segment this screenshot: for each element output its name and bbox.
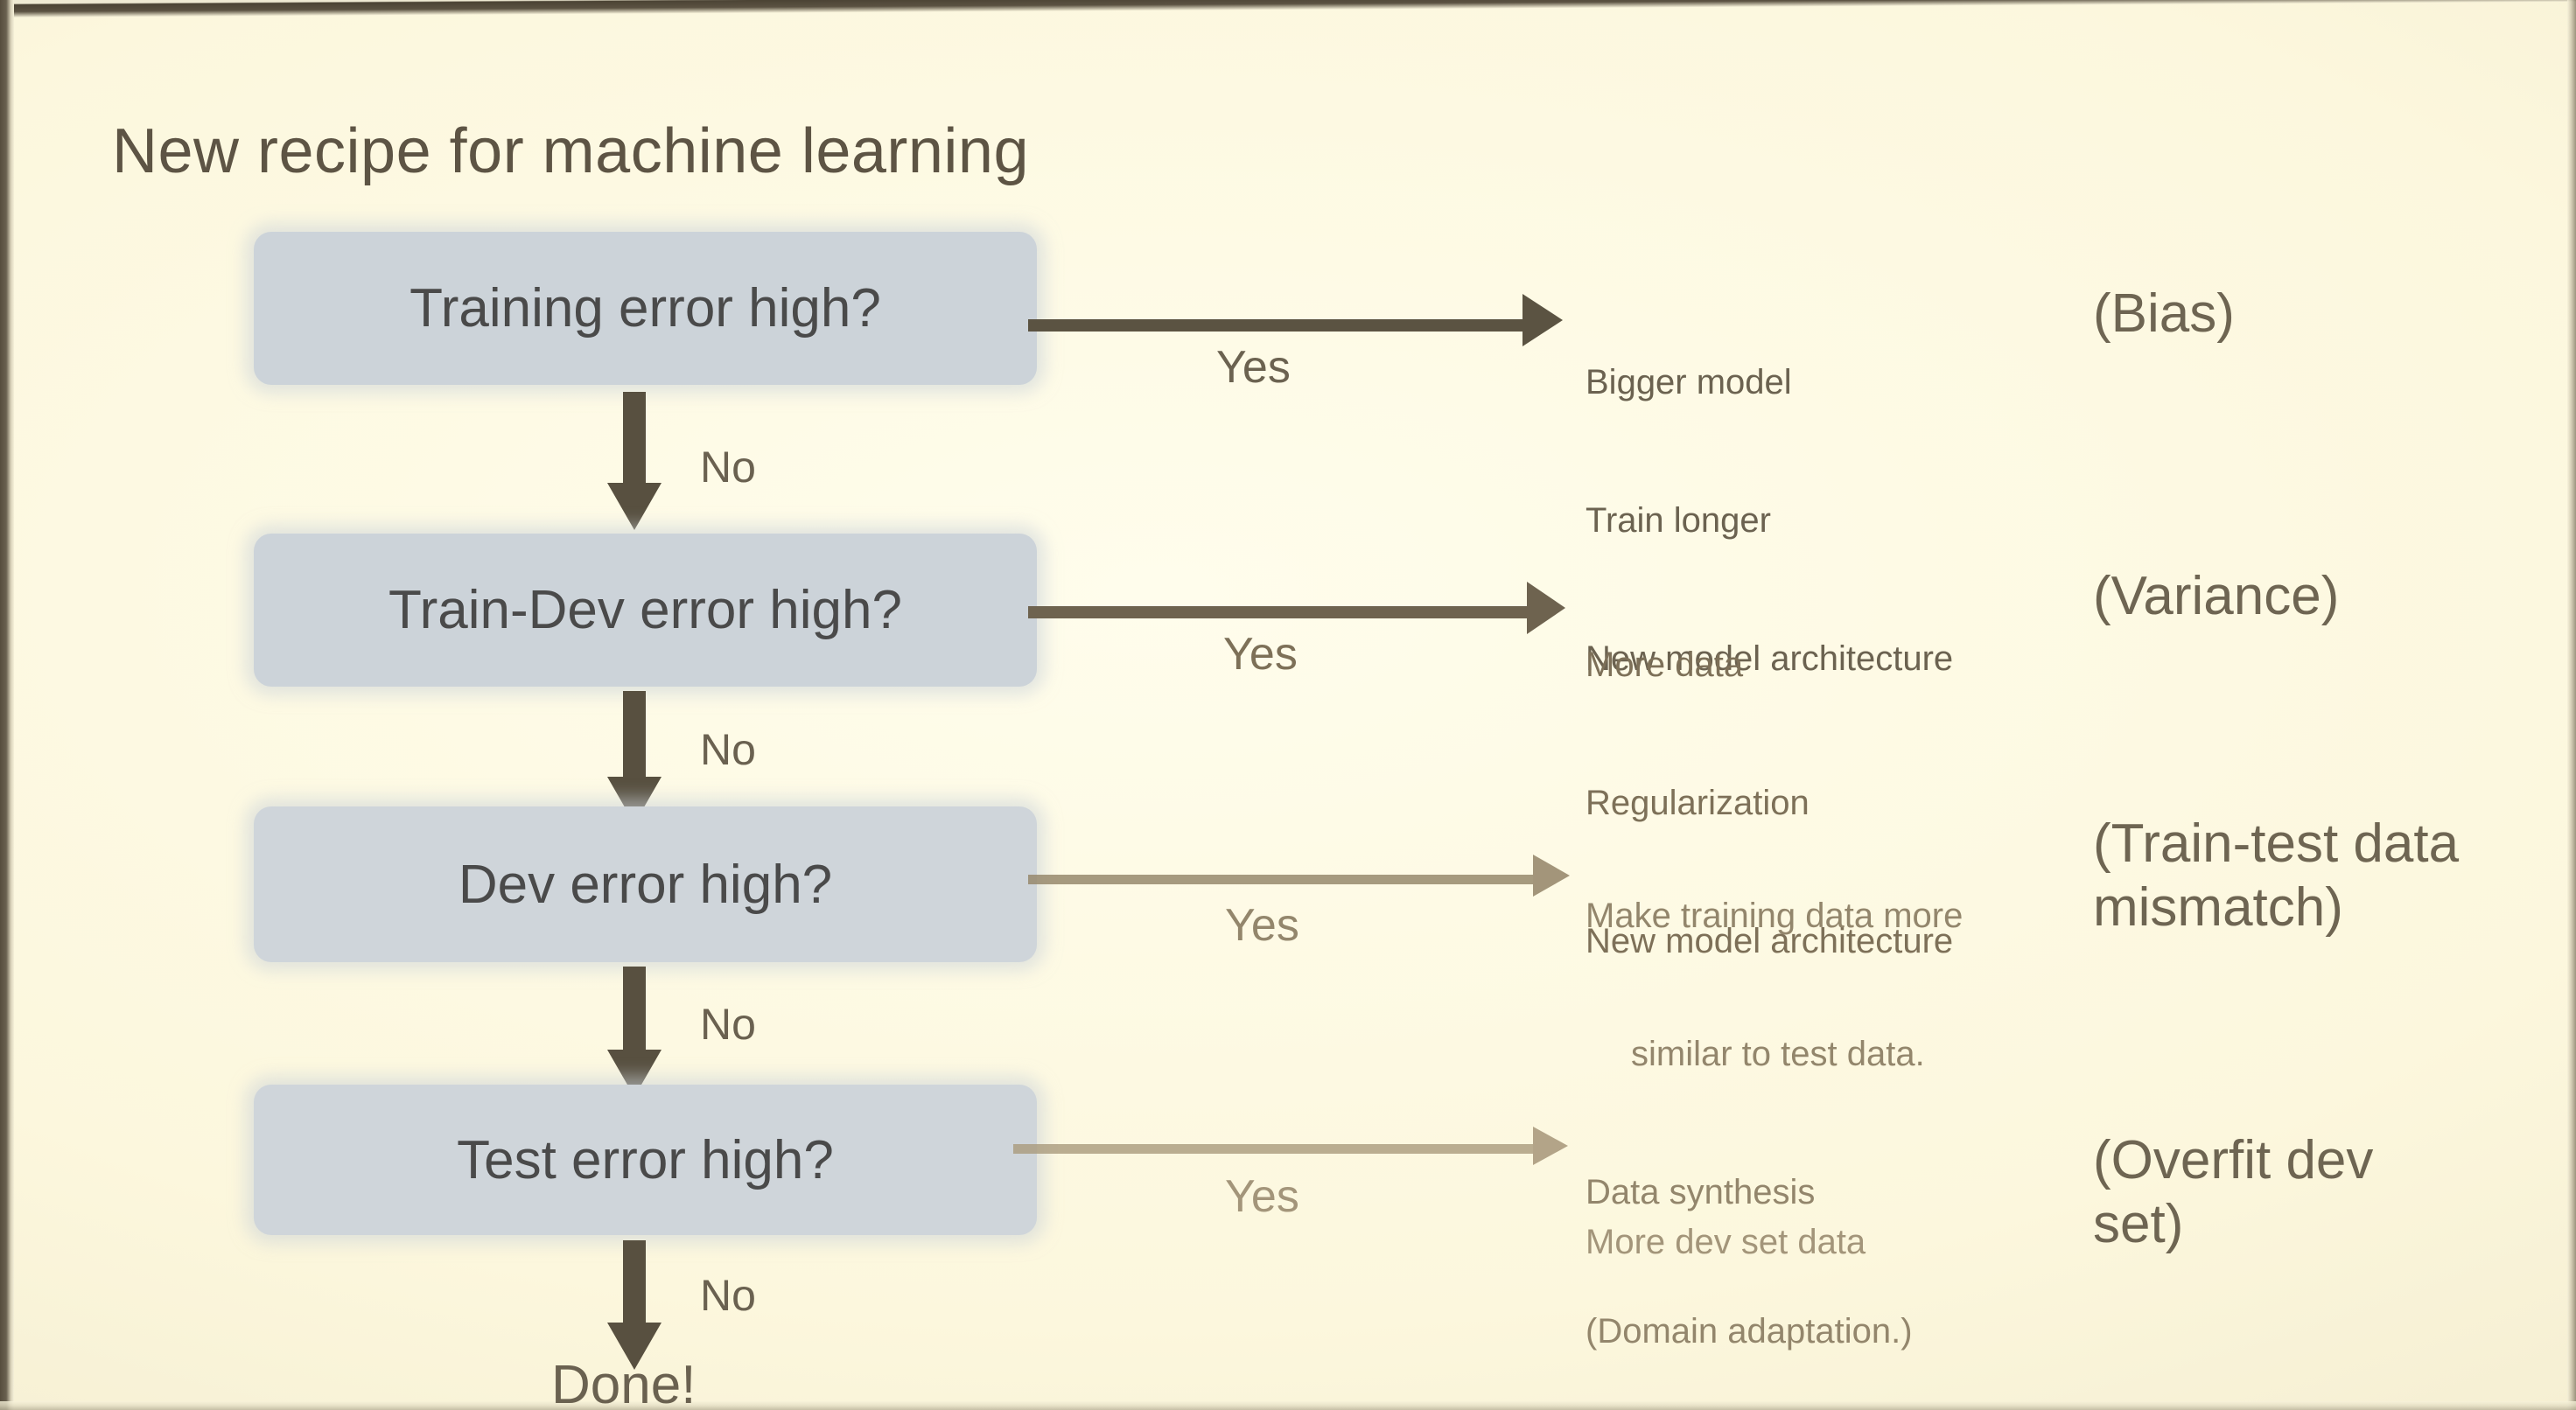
yes-arrow-head-3 [1533, 855, 1570, 897]
no-arrow-head-1 [607, 483, 662, 530]
remedy-list-overfit-dev-set: More dev set data [1586, 1127, 1866, 1358]
category-label-variance: (Variance) [2093, 564, 2339, 628]
yes-arrow-head-1 [1522, 294, 1563, 346]
category-label-overfit-dev-set: (Overfit dev set) [2093, 1128, 2373, 1256]
decision-box-test-error[interactable]: Test error high? [254, 1085, 1037, 1235]
yes-arrow-head-2 [1527, 582, 1565, 634]
yes-arrow-line-1 [1028, 319, 1536, 332]
category-line: (Variance) [2093, 566, 2340, 626]
remedy-item: More dev set data [1586, 1222, 1866, 1261]
slide-title: New recipe for machine learning [112, 116, 1030, 186]
decision-box-train-dev-error[interactable]: Train-Dev error high? [254, 534, 1037, 687]
remedy-item: Make training data more [1586, 896, 1964, 935]
photo-frame-bottom-edge [0, 1401, 2576, 1410]
yes-label-4: Yes [1225, 1171, 1299, 1222]
decision-box-label: Train-Dev error high? [388, 580, 902, 640]
yes-arrow-line-2 [1028, 606, 1540, 618]
remedy-item: similar to test data. [1631, 1034, 1925, 1073]
slide-photo: New recipe for machine learning Training… [0, 0, 2576, 1410]
yes-label-2: Yes [1223, 629, 1298, 680]
category-label-bias: (Bias) [2093, 282, 2235, 346]
no-label-1: No [700, 443, 756, 492]
done-label: Done! [551, 1355, 696, 1410]
yes-arrow-line-3 [1028, 875, 1544, 884]
category-line: (Bias) [2093, 283, 2235, 344]
decision-box-label: Test error high? [457, 1129, 834, 1190]
decision-box-label: Dev error high? [458, 854, 833, 915]
no-label-2: No [700, 725, 756, 774]
no-arrow-line-1 [623, 392, 646, 495]
yes-arrow-head-4 [1533, 1127, 1568, 1165]
yes-label-1: Yes [1216, 342, 1291, 393]
category-line: set) [2093, 1194, 2184, 1255]
yes-label-3: Yes [1225, 900, 1299, 951]
photo-frame-left-edge [0, 0, 14, 1410]
category-line: (Overfit dev [2093, 1130, 2374, 1190]
category-label-train-test-mismatch: (Train-test data mismatch) [2093, 812, 2459, 939]
decision-box-label: Training error high? [410, 278, 881, 339]
yes-arrow-line-4 [1013, 1144, 1547, 1154]
decision-box-training-error[interactable]: Training error high? [254, 232, 1037, 385]
category-line: (Train-test data [2093, 813, 2460, 874]
remedy-item: Train longer [1586, 500, 1771, 540]
decision-box-dev-error[interactable]: Dev error high? [254, 806, 1037, 962]
remedy-item: More data [1586, 645, 1744, 684]
no-arrow-line-2 [623, 691, 646, 789]
photo-frame-right-edge [2567, 0, 2576, 1410]
no-label-4: No [700, 1271, 756, 1320]
category-line: mismatch) [2093, 877, 2343, 939]
no-label-3: No [700, 1000, 756, 1049]
remedy-item: Bigger model [1586, 362, 1792, 401]
